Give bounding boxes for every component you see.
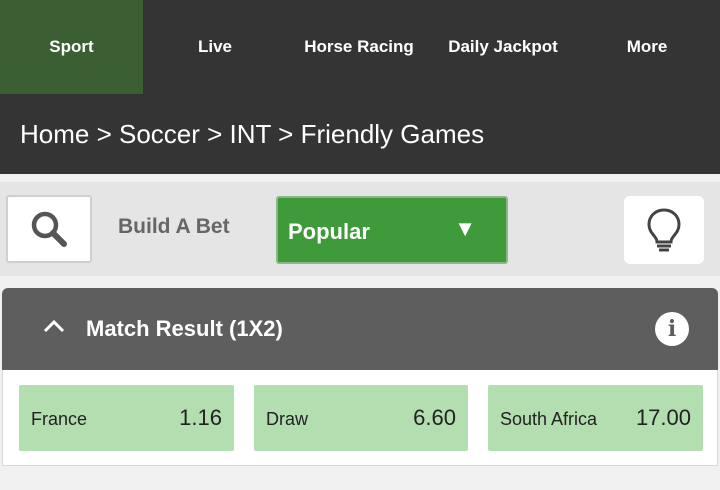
- dropdown-arrow-icon: ▼: [454, 216, 476, 241]
- spacer: [0, 466, 720, 486]
- market-header[interactable]: Match Result (1X2) i: [2, 288, 718, 370]
- spacer: [0, 174, 720, 182]
- nav-daily-jackpot[interactable]: Daily Jackpot: [431, 0, 575, 94]
- outcome-name: Draw: [266, 409, 309, 429]
- outcome-odds: 1.16: [179, 405, 222, 430]
- market-title: Match Result (1X2): [86, 316, 283, 341]
- tips-button[interactable]: [624, 196, 704, 264]
- spacer: [0, 276, 720, 288]
- nav-sport[interactable]: Sport: [0, 0, 143, 94]
- outcome-button-south-africa[interactable]: South Africa 17.00: [488, 385, 703, 451]
- outcome-odds: 6.60: [413, 405, 456, 430]
- nav-horse-racing[interactable]: Horse Racing: [287, 0, 431, 94]
- dropdown-selected-value: Popular: [288, 219, 370, 244]
- search-button[interactable]: [6, 195, 92, 263]
- outcome-button-france[interactable]: France 1.16: [19, 385, 234, 451]
- market-filter-dropdown[interactable]: Popular ▼: [276, 196, 508, 264]
- lightbulb-icon: [647, 208, 681, 252]
- outcome-odds: 17.00: [635, 405, 691, 430]
- nav-live[interactable]: Live: [143, 0, 287, 94]
- build-a-bet-link[interactable]: Build A Bet: [118, 215, 230, 239]
- search-icon: [31, 211, 67, 247]
- chevron-up-icon: [43, 319, 65, 333]
- odds-panel: France 1.16 Draw 6.60 South Africa 17.00: [2, 370, 718, 466]
- info-icon[interactable]: i: [655, 312, 689, 346]
- top-nav: Sport Live Horse Racing Daily Jackpot Mo…: [0, 0, 720, 94]
- outcome-button-draw[interactable]: Draw 6.60: [254, 385, 468, 451]
- toolbar: Build A Bet Popular ▼: [0, 182, 720, 276]
- breadcrumb[interactable]: Home > Soccer > INT > Friendly Games: [0, 94, 720, 174]
- nav-more[interactable]: More: [575, 0, 719, 94]
- outcome-name: South Africa: [500, 409, 598, 429]
- outcome-name: France: [31, 409, 88, 429]
